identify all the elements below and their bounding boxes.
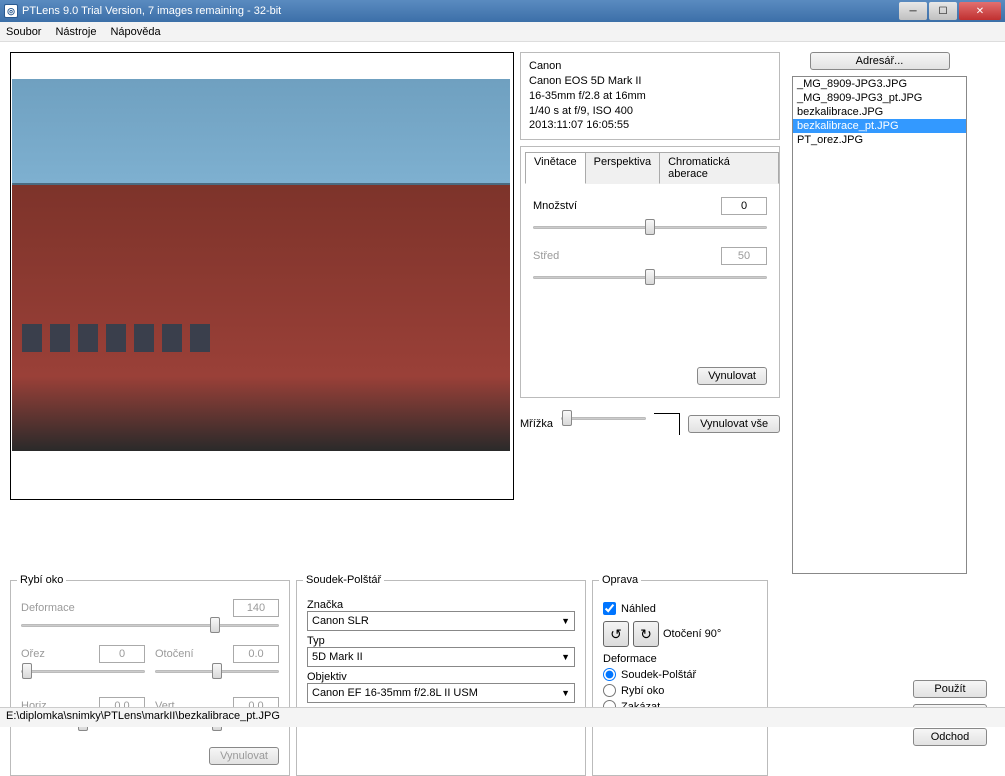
menubar: Soubor Nástroje Nápověda bbox=[0, 22, 1005, 42]
statusbar: E:\diplomka\snimky\PTLens\markII\bezkali… bbox=[0, 707, 1005, 727]
otoceni-value[interactable]: 0.0 bbox=[233, 645, 279, 663]
rybi-vynulovat-button[interactable]: Vynulovat bbox=[209, 747, 279, 765]
vynulovat-vse-button[interactable]: Vynulovat vše bbox=[688, 415, 780, 433]
deformace-subtitle: Deformace bbox=[603, 653, 757, 665]
file-item[interactable]: PT_orez.JPG bbox=[793, 133, 966, 147]
exif-panel: Canon Canon EOS 5D Mark II 16-35mm f/2.8… bbox=[520, 52, 780, 140]
chevron-down-icon: ▼ bbox=[561, 688, 570, 698]
vynulovat-button[interactable]: Vynulovat bbox=[697, 367, 767, 385]
mnozstvi-value[interactable]: 0 bbox=[721, 197, 767, 215]
stred-slider[interactable] bbox=[533, 269, 767, 285]
oprava-group: Oprava Náhled ↺ ↻ Otočení 90° Deformace … bbox=[592, 580, 768, 776]
mrizka-label: Mřížka bbox=[520, 418, 553, 430]
status-path: E:\diplomka\snimky\PTLens\markII\bezkali… bbox=[6, 710, 280, 722]
mrizka-slider[interactable] bbox=[561, 410, 646, 426]
otoceni-label: Otočení bbox=[155, 648, 194, 660]
deformace-value[interactable]: 140 bbox=[233, 599, 279, 617]
rybi-oko-group: Rybí oko Deformace 140 Ořez0 Otočení0.0 … bbox=[10, 580, 290, 776]
deformace-label: Deformace bbox=[21, 602, 75, 614]
file-item[interactable]: bezkalibrace_pt.JPG bbox=[793, 119, 966, 133]
znacka-label: Značka bbox=[307, 599, 575, 611]
file-item[interactable]: _MG_8909-JPG3.JPG bbox=[793, 77, 966, 91]
stred-value[interactable]: 50 bbox=[721, 247, 767, 265]
mnozstvi-label: Množství bbox=[533, 200, 577, 212]
photo bbox=[12, 79, 510, 451]
exif-line: Canon EOS 5D Mark II bbox=[529, 74, 771, 89]
tab-perspektiva[interactable]: Perspektiva bbox=[586, 152, 660, 184]
typ-select[interactable]: 5D Mark II▼ bbox=[307, 647, 575, 667]
exif-line: 1/40 s at f/9, ISO 400 bbox=[529, 104, 771, 119]
otoceni90-label: Otočení 90° bbox=[663, 628, 721, 640]
typ-label: Typ bbox=[307, 635, 575, 647]
deformace-slider[interactable] bbox=[21, 617, 279, 633]
titlebar: ◎ PTLens 9.0 Trial Version, 7 images rem… bbox=[0, 0, 1005, 22]
orez-value[interactable]: 0 bbox=[99, 645, 145, 663]
exif-line: Canon bbox=[529, 59, 771, 74]
file-item[interactable]: bezkalibrace.JPG bbox=[793, 105, 966, 119]
file-list[interactable]: _MG_8909-JPG3.JPG_MG_8909-JPG3_pt.JPGbez… bbox=[792, 76, 967, 574]
otoceni-slider[interactable] bbox=[155, 663, 279, 679]
znacka-select[interactable]: Canon SLR▼ bbox=[307, 611, 575, 631]
adresar-button[interactable]: Adresář... bbox=[810, 52, 950, 70]
nahled-checkbox[interactable] bbox=[603, 602, 616, 615]
radio-rybi[interactable] bbox=[603, 684, 616, 697]
exif-line: 16-35mm f/2.8 at 16mm bbox=[529, 89, 771, 104]
rotate-right-button[interactable]: ↻ bbox=[633, 621, 659, 647]
odchod-button[interactable]: Odchod bbox=[913, 728, 987, 746]
nahled-label: Náhled bbox=[621, 603, 656, 615]
tab-chromatic[interactable]: Chromatická aberace bbox=[660, 152, 779, 184]
objektiv-select[interactable]: Canon EF 16-35mm f/2.8L II USM▼ bbox=[307, 683, 575, 703]
grid-preview bbox=[654, 413, 680, 435]
mnozstvi-slider[interactable] bbox=[533, 219, 767, 235]
chevron-down-icon: ▼ bbox=[561, 652, 570, 662]
menu-nastroje[interactable]: Nástroje bbox=[55, 26, 96, 38]
chevron-down-icon: ▼ bbox=[561, 616, 570, 626]
rotate-left-button[interactable]: ↺ bbox=[603, 621, 629, 647]
soudek-title: Soudek-Polštář bbox=[303, 574, 384, 586]
maximize-button[interactable]: ☐ bbox=[929, 2, 957, 20]
stred-label: Střed bbox=[533, 250, 559, 262]
objektiv-label: Objektiv bbox=[307, 671, 575, 683]
menu-soubor[interactable]: Soubor bbox=[6, 26, 41, 38]
orez-slider[interactable] bbox=[21, 663, 145, 679]
minimize-button[interactable]: ─ bbox=[899, 2, 927, 20]
exif-line: 2013:11:07 16:05:55 bbox=[529, 118, 771, 133]
radio-soudek[interactable] bbox=[603, 668, 616, 681]
orez-label: Ořez bbox=[21, 648, 45, 660]
correction-tabs: Vinětace Perspektiva Chromatická aberace… bbox=[520, 146, 780, 398]
soudek-group: Soudek-Polštář Značka Canon SLR▼ Typ 5D … bbox=[296, 580, 586, 776]
oprava-title: Oprava bbox=[599, 574, 641, 586]
rybi-title: Rybí oko bbox=[17, 574, 66, 586]
file-item[interactable]: _MG_8909-JPG3_pt.JPG bbox=[793, 91, 966, 105]
window-title: PTLens 9.0 Trial Version, 7 images remai… bbox=[22, 5, 281, 17]
tab-vinetace[interactable]: Vinětace bbox=[525, 152, 586, 184]
image-preview bbox=[10, 52, 514, 500]
close-button[interactable]: ✕ bbox=[959, 2, 1001, 20]
app-icon: ◎ bbox=[4, 4, 18, 18]
pouzit-button[interactable]: Použít bbox=[913, 680, 987, 698]
menu-napoveda[interactable]: Nápověda bbox=[110, 26, 160, 38]
